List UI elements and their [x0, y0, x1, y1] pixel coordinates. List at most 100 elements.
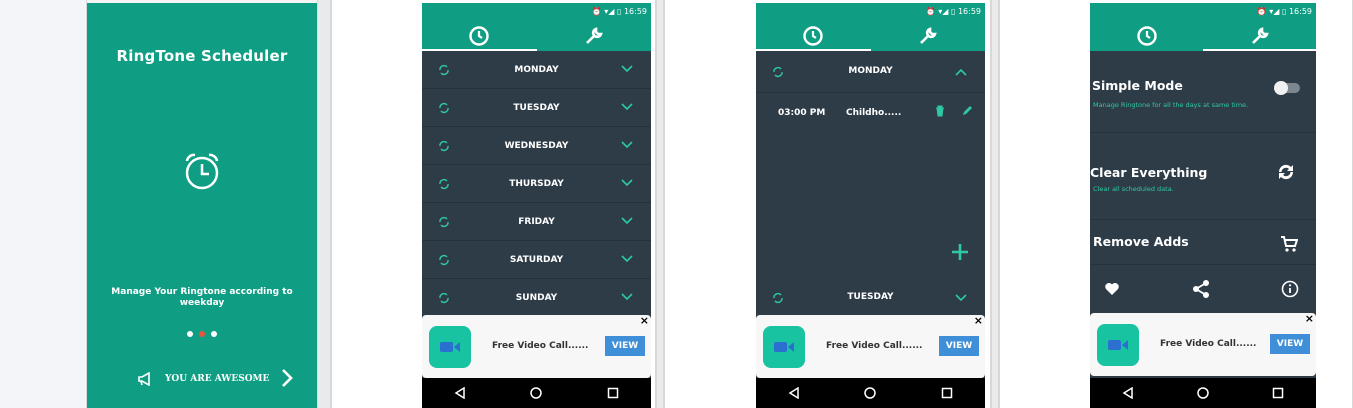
day-row[interactable]: SUNDAY	[422, 279, 651, 317]
refresh-icon[interactable]	[1276, 162, 1296, 182]
splash-tagline: Manage Your Ringtone according to weekda…	[111, 287, 293, 308]
status-bar: ⏰ ▾◢ ▯ 16:59	[756, 3, 985, 20]
day-detail-screen: ⏰ ▾◢ ▯ 16:59 MONDAY 03:00 PM Childho....…	[756, 3, 985, 408]
recents-icon[interactable]	[941, 387, 953, 399]
app-title: RingTone Scheduler	[116, 47, 288, 65]
back-icon[interactable]	[788, 387, 800, 399]
tab-bar	[1090, 20, 1316, 51]
settings-screen: ⏰ ▾◢ ▯ 16:59 Simple Mode Manage Ringtone…	[1090, 3, 1316, 408]
cta-label: YOU ARE AWESOME	[165, 374, 270, 384]
chevron-down-icon[interactable]	[621, 179, 633, 187]
schedule-entry[interactable]: 03:00 PM Childho.....	[756, 93, 985, 135]
day-name: SUNDAY	[515, 292, 558, 303]
day-row-expanded[interactable]: MONDAY	[756, 51, 985, 93]
day-name: FRIDAY	[518, 216, 555, 227]
edit-icon[interactable]	[961, 105, 973, 117]
ad-text: Free Video Call......	[492, 341, 589, 351]
delete-icon[interactable]	[935, 105, 945, 117]
back-icon[interactable]	[454, 387, 466, 399]
home-icon[interactable]	[1197, 387, 1209, 399]
clock-icon	[469, 25, 489, 46]
tab-schedule[interactable]	[422, 20, 537, 51]
chevron-up-icon[interactable]	[955, 68, 967, 76]
sync-icon	[439, 178, 449, 190]
chevron-down-icon[interactable]	[955, 294, 967, 302]
ad-text: Free Video Call......	[1160, 339, 1257, 349]
sync-icon	[439, 102, 449, 114]
wrench-icon	[585, 26, 603, 44]
video-call-icon	[1097, 324, 1139, 366]
day-name: MONDAY	[848, 66, 893, 76]
recents-icon[interactable]	[607, 387, 619, 399]
tab-schedule[interactable]	[1090, 20, 1203, 51]
tab-schedule[interactable]	[756, 20, 871, 51]
chevron-down-icon[interactable]	[621, 217, 633, 225]
splash-screen: RingTone Scheduler Manage Your Ringtone …	[87, 3, 317, 408]
status-time: 16:59	[623, 7, 647, 16]
day-name: TUESDAY	[513, 102, 560, 113]
day-row[interactable]: WEDNESDAY	[422, 127, 651, 165]
recents-icon[interactable]	[1272, 387, 1284, 399]
nav-bar	[422, 378, 651, 408]
setting-clear-everything[interactable]: Clear Everything Clear all scheduled dat…	[1090, 133, 1316, 220]
tab-settings[interactable]	[1203, 20, 1316, 51]
add-icon[interactable]	[951, 243, 969, 261]
tab-bar	[422, 20, 651, 51]
status-time: 16:59	[1288, 7, 1312, 16]
day-name: TUESDAY	[847, 292, 894, 302]
ad-close-button[interactable]: ×	[640, 314, 649, 327]
tab-settings[interactable]	[537, 20, 652, 51]
entry-time: 03:00 PM	[778, 108, 826, 118]
sync-icon	[439, 254, 449, 266]
setting-title: Clear Everything	[1090, 165, 1208, 180]
home-icon[interactable]	[864, 387, 877, 399]
day-row[interactable]: TUESDAY	[422, 89, 651, 127]
status-time: 16:59	[957, 7, 981, 16]
panel-divider	[656, 0, 664, 408]
day-name: SATURDAY	[509, 254, 564, 265]
ad-view-button[interactable]: VIEW	[939, 336, 979, 356]
chevron-down-icon[interactable]	[621, 103, 633, 111]
ad-banner[interactable]: Free Video Call...... VIEW ×	[422, 314, 651, 378]
screenshot-collage: RingTone Scheduler Manage Your Ringtone …	[0, 0, 1353, 408]
setting-title: Remove Adds	[1093, 234, 1189, 249]
clock-icon	[1136, 25, 1157, 46]
share-icon[interactable]	[1191, 279, 1211, 299]
setting-simple-mode[interactable]: Simple Mode Manage Ringtone for all the …	[1090, 51, 1316, 133]
home-icon[interactable]	[530, 387, 543, 399]
day-name: MONDAY	[514, 64, 559, 75]
chevron-down-icon[interactable]	[621, 141, 633, 149]
day-row[interactable]: MONDAY	[422, 51, 651, 89]
sync-icon	[439, 64, 449, 76]
ad-close-button[interactable]: ×	[974, 314, 983, 327]
panel-divider	[991, 0, 999, 408]
cart-icon[interactable]	[1280, 236, 1298, 253]
info-icon[interactable]	[1281, 280, 1299, 298]
day-row[interactable]: SATURDAY	[422, 241, 651, 279]
sync-icon	[439, 216, 449, 228]
heart-icon[interactable]	[1104, 282, 1120, 296]
tab-bar	[756, 20, 985, 51]
cta-button[interactable]: YOU ARE AWESOME	[137, 369, 269, 389]
day-row[interactable]: FRIDAY	[422, 203, 651, 241]
tab-settings[interactable]	[871, 20, 986, 51]
back-icon[interactable]	[1122, 387, 1134, 399]
chevron-down-icon[interactable]	[621, 255, 633, 263]
day-row[interactable]: THURSDAY	[422, 165, 651, 203]
nav-bar	[1090, 378, 1316, 408]
ad-view-button[interactable]: VIEW	[605, 336, 645, 356]
ad-banner[interactable]: Free Video Call...... VIEW ×	[756, 314, 985, 378]
setting-subtitle: Clear all scheduled data.	[1093, 185, 1174, 193]
chevron-right-icon[interactable]	[280, 367, 294, 389]
wrench-icon	[919, 26, 937, 44]
ad-view-button[interactable]: VIEW	[1270, 334, 1310, 354]
ad-banner[interactable]: Free Video Call...... VIEW ×	[1090, 312, 1316, 376]
setting-remove-ads[interactable]: Remove Adds	[1090, 220, 1316, 265]
simple-mode-toggle[interactable]	[1274, 81, 1300, 95]
day-row[interactable]: TUESDAY	[756, 280, 985, 316]
status-bar: ⏰ ▾◢ ▯ 16:59	[422, 3, 651, 20]
ad-close-button[interactable]: ×	[1305, 312, 1314, 325]
status-bar: ⏰ ▾◢ ▯ 16:59	[1090, 3, 1316, 20]
chevron-down-icon[interactable]	[621, 293, 633, 301]
chevron-down-icon[interactable]	[621, 65, 633, 73]
